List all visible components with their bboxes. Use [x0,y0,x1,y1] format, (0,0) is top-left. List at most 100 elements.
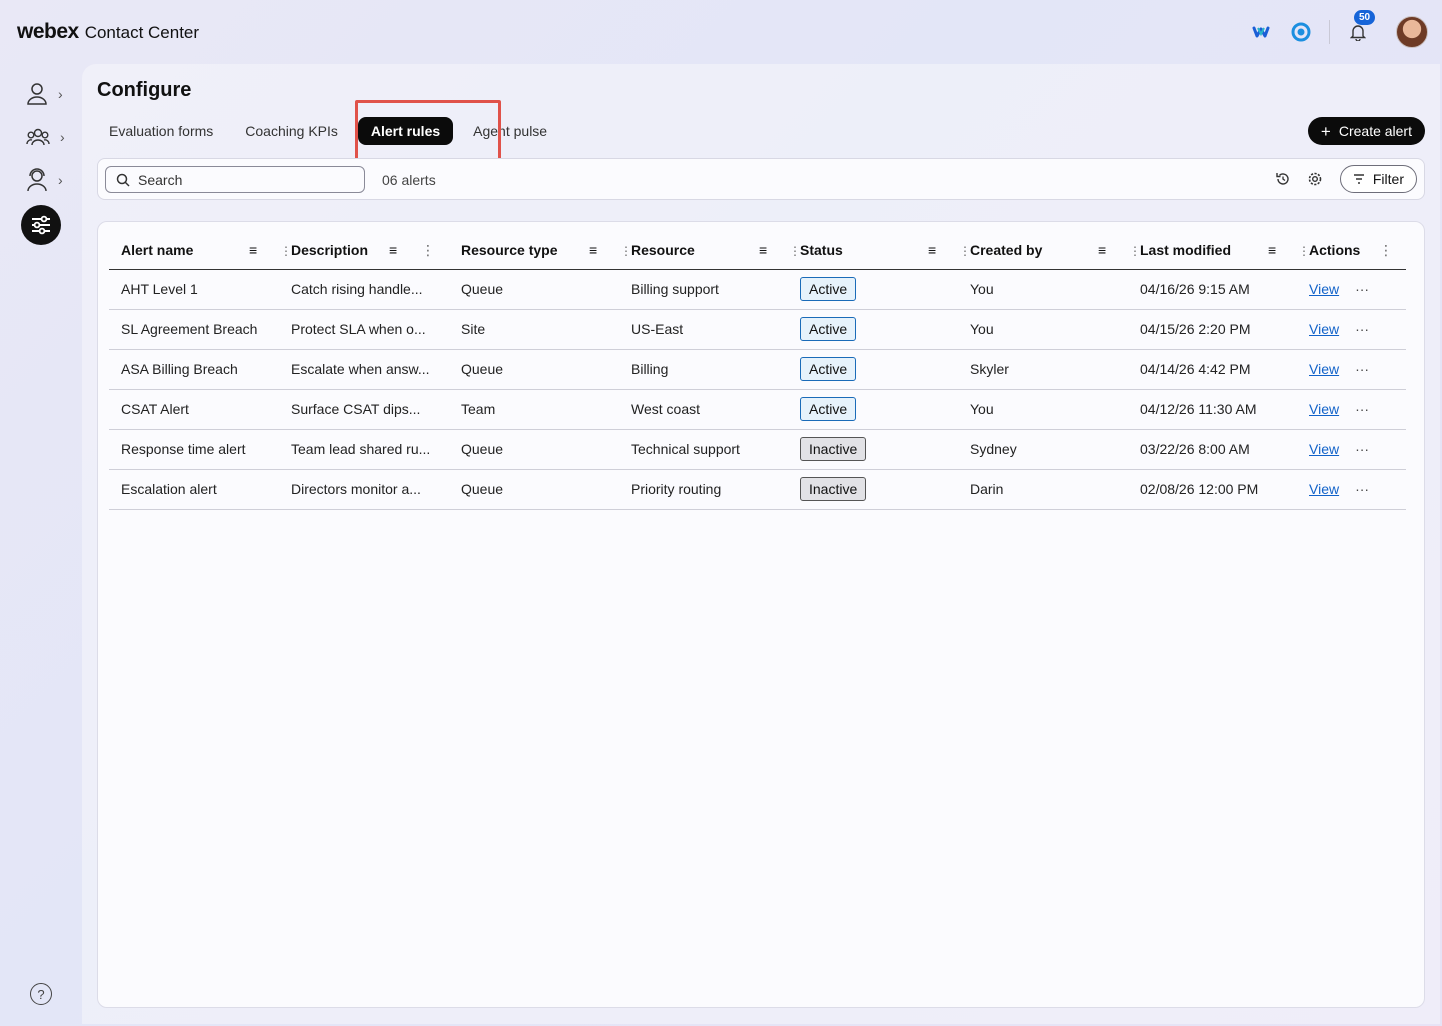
cell-status: Inactive [788,469,958,510]
view-link[interactable]: View [1309,361,1339,377]
sort-icon[interactable]: ≡ [389,242,397,258]
cell-actions: View ··· [1297,429,1406,470]
table-row[interactable]: Response time alert Team lead shared ru..… [109,429,1406,470]
cell-created-by: Skyler [958,349,1128,390]
cell-alert-name: AHT Level 1 [109,269,279,310]
cell-resource: Billing support [619,269,788,310]
cell-created-by: Sydney [958,429,1128,470]
more-options-icon[interactable]: ··· [1355,441,1369,457]
status-badge: Inactive [800,437,867,461]
help-icon[interactable]: ? [30,983,52,1005]
column-resize-handle[interactable]: ⋮ [789,244,801,258]
sort-icon[interactable]: ≡ [249,242,257,258]
column-header-last-modified[interactable]: ⋮ Last modified ≡ [1128,232,1297,270]
tab-bar: Evaluation forms Coaching KPIs Alert rul… [97,117,567,145]
column-header-resource-type[interactable]: Resource type ≡ [449,232,619,270]
avatar[interactable] [1396,16,1428,48]
filter-label: Filter [1372,171,1404,187]
tab-coaching-kpis[interactable]: Coaching KPIs [233,117,350,145]
column-header-description[interactable]: ⋮ Description ≡ ⋮ [279,232,449,270]
column-resize-handle[interactable]: ⋮ [1129,244,1141,258]
column-header-actions[interactable]: ⋮ Actions ⋮ [1297,232,1406,270]
more-options-icon[interactable]: ··· [1355,281,1369,297]
column-header-resource[interactable]: ⋮ Resource ≡ [619,232,788,270]
bell-icon [1350,25,1366,41]
status-badge: Inactive [800,477,867,501]
table-row[interactable]: CSAT Alert Surface CSAT dips... Team West c… [109,389,1406,430]
app-logo: webex Contact Center [17,20,199,44]
cell-last-modified: 04/14/26 4:42 PM [1128,349,1297,390]
cell-description: Protect SLA when o... [279,309,449,350]
cell-created-by: Darin [958,469,1128,510]
cell-alert-name: Response time alert [109,429,279,470]
chevron-right-icon: › [60,129,65,145]
filter-button[interactable]: Filter [1339,165,1417,193]
column-menu-icon[interactable]: ⋮ [421,242,435,259]
assistant-icon[interactable] [1289,20,1313,44]
tab-agent-pulse[interactable]: Agent pulse [461,117,559,145]
column-resize-handle[interactable]: ⋮ [280,244,292,258]
sidebar-item-supervisor[interactable]: › [26,166,74,194]
refresh-icon[interactable] [1272,168,1294,190]
search-input[interactable]: Search [105,166,365,193]
search-placeholder: Search [138,171,183,188]
create-alert-label: Create alert [1338,123,1412,139]
webex-app-icon[interactable] [1249,20,1273,44]
cell-actions: View ··· [1297,389,1406,430]
table-row[interactable]: AHT Level 1 Catch rising handle... Queue Bi… [109,269,1406,310]
tab-alert-rules[interactable]: Alert rules [357,117,454,145]
sort-icon[interactable]: ≡ [928,242,936,258]
sort-icon[interactable]: ≡ [1098,242,1106,258]
view-link[interactable]: View [1309,321,1339,337]
cell-created-by: You [958,389,1128,430]
more-options-icon[interactable]: ··· [1355,481,1369,497]
sort-icon[interactable]: ≡ [759,242,767,258]
sidebar-item-agent[interactable]: › [26,80,74,108]
cell-description: Catch rising handle... [279,269,449,310]
notifications-button[interactable]: 50 [1346,10,1376,44]
column-resize-handle[interactable]: ⋮ [959,244,971,258]
sort-icon[interactable]: ≡ [589,242,597,258]
column-header-created-by[interactable]: ⋮ Created by ≡ [958,232,1128,270]
sort-icon[interactable]: ≡ [1268,242,1276,258]
view-link[interactable]: View [1309,441,1339,457]
column-resize-handle[interactable]: ⋮ [1298,244,1310,258]
cell-resource: Priority routing [619,469,788,510]
more-options-icon[interactable]: ··· [1355,401,1369,417]
sidebar-item-teams[interactable]: › [26,123,74,151]
cell-description: Team lead shared ru... [279,429,449,470]
view-link[interactable]: View [1309,281,1339,297]
table-body: AHT Level 1 Catch rising handle... Queue Bi… [109,269,1406,510]
view-link[interactable]: View [1309,401,1339,417]
status-badge: Active [800,317,857,341]
view-link[interactable]: View [1309,481,1339,497]
table-row[interactable]: SL Agreement Breach Protect SLA when o...… [109,309,1406,350]
more-options-icon[interactable]: ··· [1355,321,1369,337]
sidebar-item-configure[interactable] [21,205,61,245]
table-header-row: Alert name ≡ ⋮ Description ≡ ⋮ Resource type… [109,232,1406,270]
table-row[interactable]: ASA Billing Breach Escalate when answ... Q… [109,349,1406,390]
column-label: Created by [970,242,1043,259]
table-row[interactable]: Escalation alert Directors monitor a... Qu… [109,469,1406,510]
cell-status: Active [788,309,958,350]
create-alert-button[interactable]: + Create alert [1307,117,1425,145]
more-options-icon[interactable]: ··· [1355,361,1369,377]
tab-evaluation-forms[interactable]: Evaluation forms [97,117,225,145]
column-label: Resource type [461,242,558,259]
column-menu-icon[interactable]: ⋮ [1379,242,1393,259]
column-label: Status [800,242,843,259]
cell-resource: Technical support [619,429,788,470]
top-right-actions: 50 [1233,10,1428,50]
sliders-icon [32,215,50,235]
cell-resource-type: Queue [449,469,619,510]
gear-icon[interactable] [1304,168,1326,190]
headset-person-icon [27,168,47,192]
column-header-status[interactable]: ⋮ Status ≡ [788,232,958,270]
divider [1329,20,1330,44]
column-resize-handle[interactable]: ⋮ [620,244,632,258]
column-label: Last modified [1140,242,1232,259]
column-label: Resource [631,242,695,259]
cell-resource-type: Site [449,309,619,350]
cell-status: Inactive [788,429,958,470]
column-header-alert-name[interactable]: Alert name ≡ [109,232,279,270]
